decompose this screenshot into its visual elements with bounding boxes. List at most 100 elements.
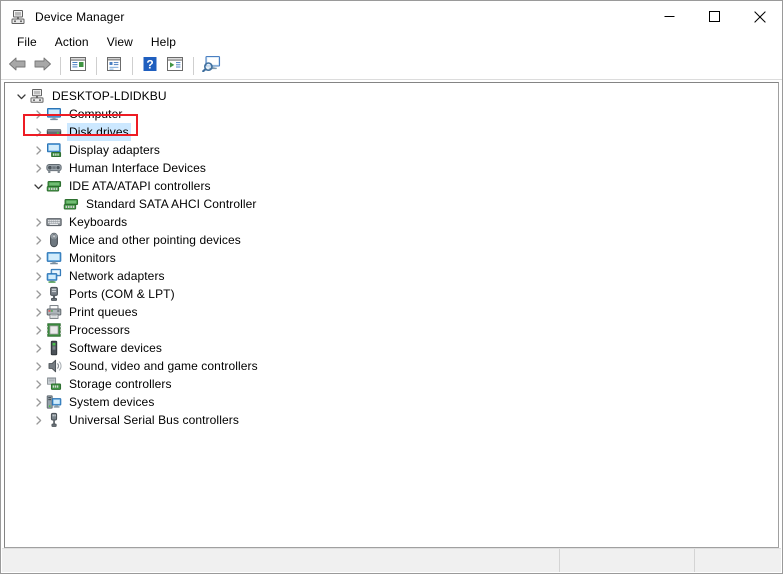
tree-node-label: Print queues [69,305,138,319]
tree-node-keyboards[interactable]: Keyboards [5,213,778,231]
system-device-icon [46,394,62,410]
content-area: DESKTOP-LDIDKBU Computer Disk drives Dis… [1,80,782,548]
tree-node-ide-ata-atapi-controllers[interactable]: IDE ATA/ATAPI controllers [5,177,778,195]
chevron-right-icon[interactable] [30,105,46,123]
update-driver-button[interactable] [163,55,187,78]
menu-item-file[interactable]: File [8,33,46,52]
status-bar-panel-main [2,549,560,572]
chevron-right-icon[interactable] [30,375,46,393]
chevron-right-icon[interactable] [30,213,46,231]
storage-controller-icon [46,376,62,392]
tree-node-label: Processors [69,323,131,337]
chevron-down-icon[interactable] [13,87,29,105]
tree-node-label: Monitors [69,251,116,265]
tree-node-storage-controllers[interactable]: Storage controllers [5,375,778,393]
chevron-right-icon[interactable] [30,249,46,267]
forward-button[interactable] [30,55,54,78]
ide-controller-icon [46,178,62,194]
tree-node-human-interface-devices[interactable]: Human Interface Devices [5,159,778,177]
tree-node-root[interactable]: DESKTOP-LDIDKBU [5,87,778,105]
tree-node-print-queues[interactable]: Print queues [5,303,778,321]
tree-node-label: Standard SATA AHCI Controller [86,197,257,211]
speaker-icon [46,358,62,374]
tree-node-sound-video-and-game-controllers[interactable]: Sound, video and game controllers [5,357,778,375]
tree-node-network-adapters[interactable]: Network adapters [5,267,778,285]
chevron-right-icon[interactable] [30,357,46,375]
disk-drive-icon [46,124,62,140]
tree-node-label: IDE ATA/ATAPI controllers [69,179,211,193]
chevron-right-icon[interactable] [30,267,46,285]
chevron-right-icon[interactable] [30,141,46,159]
menu-item-help[interactable]: Help [142,33,185,52]
menu-bar: File Action View Help [1,32,782,53]
forward-arrow-icon [33,56,52,77]
tree-node-universal-serial-bus-controllers[interactable]: Universal Serial Bus controllers [5,411,778,429]
tree-node-label: Display adapters [69,143,160,157]
chevron-right-icon[interactable] [30,159,46,177]
software-device-icon [46,340,62,356]
menu-item-action[interactable]: Action [46,33,98,52]
tree-node-disk-drives[interactable]: Disk drives [5,123,778,141]
window-controls [647,1,782,32]
tree-node-label: Human Interface Devices [69,161,207,175]
scan-for-hardware-changes-button[interactable] [199,55,223,78]
minimize-button[interactable] [647,1,692,32]
help-question-icon: ? [142,56,158,77]
tree-node-label: DESKTOP-LDIDKBU [52,89,167,103]
keyboard-icon [46,214,62,230]
tree-node-system-devices[interactable]: System devices [5,393,778,411]
mouse-icon [46,232,62,248]
tree-node-label: Software devices [69,341,162,355]
processor-icon [46,322,62,338]
computer-root-icon [29,88,45,104]
toolbar-separator [132,57,133,75]
chevron-right-icon[interactable] [30,321,46,339]
tree-node-ports-com-and-lpt[interactable]: Ports (COM & LPT) [5,285,778,303]
tree-node-software-devices[interactable]: Software devices [5,339,778,357]
update-driver-icon [166,56,184,77]
menu-item-view[interactable]: View [98,33,142,52]
device-manager-icon [10,9,26,25]
toolbar-separator [60,57,61,75]
maximize-button[interactable] [692,1,737,32]
usb-controller-icon [46,412,62,428]
toolbar-separator [96,57,97,75]
tree-node-processors[interactable]: Processors [5,321,778,339]
chevron-right-icon[interactable] [30,339,46,357]
tree-node-standard-sata-ahci-controller[interactable]: Standard SATA AHCI Controller [5,195,778,213]
close-button[interactable] [737,1,782,32]
status-bar-panel-two [560,549,695,572]
chevron-right-icon[interactable] [30,231,46,249]
chevron-right-icon[interactable] [30,303,46,321]
tree-node-label: Network adapters [69,269,165,283]
back-arrow-icon [8,56,27,77]
network-adapter-icon [46,268,62,284]
toolbar: ? [1,53,782,80]
tree-node-computer[interactable]: Computer [5,105,778,123]
device-manager-window: Device Manager File Action View Help ? D… [0,0,783,574]
tree-node-monitors[interactable]: Monitors [5,249,778,267]
ide-controller-icon [63,196,79,212]
chevron-right-icon[interactable] [30,123,46,141]
tree-node-display-adapters[interactable]: Display adapters [5,141,778,159]
printer-icon [46,304,62,320]
chevron-right-icon[interactable] [30,285,46,303]
toolbar-separator [193,57,194,75]
back-button[interactable] [5,55,29,78]
tree-node-label: Universal Serial Bus controllers [69,413,239,427]
console-tree-icon [69,56,87,77]
show-hide-console-tree-button[interactable] [66,55,90,78]
monitor-icon [46,250,62,266]
chevron-right-icon[interactable] [30,411,46,429]
port-icon [46,286,62,302]
help-button[interactable]: ? [138,55,162,78]
tree-node-label: Storage controllers [69,377,172,391]
device-tree[interactable]: DESKTOP-LDIDKBU Computer Disk drives Dis… [4,82,779,548]
chevron-right-icon[interactable] [30,393,46,411]
tree-node-label: Disk drives [67,123,131,141]
tree-node-label: Ports (COM & LPT) [69,287,175,301]
chevron-down-icon[interactable] [30,177,46,195]
properties-icon [105,56,123,77]
properties-button[interactable] [102,55,126,78]
tree-node-mice-and-other-pointing-devices[interactable]: Mice and other pointing devices [5,231,778,249]
